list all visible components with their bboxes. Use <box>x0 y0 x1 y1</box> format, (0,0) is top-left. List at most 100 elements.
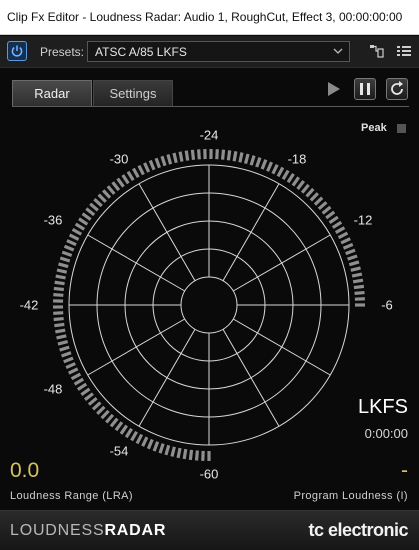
ring-tick <box>345 248 356 256</box>
ring-tick <box>76 382 88 391</box>
ring-tick <box>353 284 365 290</box>
ring-tick <box>249 155 256 166</box>
radar-spoke <box>87 234 186 292</box>
ring-tick <box>337 231 349 240</box>
ring-tick <box>182 448 188 460</box>
ring-tick <box>130 430 138 442</box>
scale-label: -6 <box>381 297 393 313</box>
ring-tick <box>63 356 74 364</box>
ring-tick <box>96 405 106 415</box>
power-button[interactable] <box>7 41 27 61</box>
scale-label: -48 <box>43 381 63 397</box>
loudness-radar <box>52 148 365 461</box>
radar-ring <box>180 276 238 334</box>
ring-tick <box>55 274 66 280</box>
ring-tick <box>232 151 238 162</box>
ring-tick <box>160 155 167 167</box>
ring-tick <box>80 387 91 396</box>
ring-tick <box>351 272 363 278</box>
window-titlebar: Clip Fx Editor - Loudness Radar: Audio 1… <box>0 0 419 35</box>
ring-tick <box>296 180 305 190</box>
menu-icon[interactable] <box>396 43 412 59</box>
ring-tick <box>53 311 64 315</box>
ring-tick <box>111 181 121 192</box>
ring-tick <box>124 427 133 439</box>
presets-toolbar: Presets: ATSC A/85 LKFS <box>0 36 419 68</box>
ring-tick <box>59 256 71 263</box>
tab-settings[interactable]: Settings <box>93 80 173 107</box>
tc-electronic-logo: tc electronic <box>308 520 408 540</box>
reset-button[interactable] <box>386 78 408 100</box>
ring-tick <box>255 157 262 168</box>
ring-tick <box>56 268 68 274</box>
ring-tick <box>325 210 336 220</box>
ring-tick <box>71 228 83 236</box>
ring-tick <box>68 233 80 241</box>
ring-tick <box>291 176 300 187</box>
ring-tick <box>340 237 351 245</box>
ring-tick <box>305 187 315 198</box>
ring-tick <box>132 167 140 179</box>
ring-tick <box>331 220 343 229</box>
program-loudness-label: Program Loudness (I) <box>293 490 408 502</box>
ring-tick <box>194 450 199 461</box>
ring-tick <box>260 159 268 170</box>
ring-tick <box>114 421 124 432</box>
lra-value: 0.0 <box>10 459 40 482</box>
scale-label: -42 <box>19 297 39 313</box>
scale-label: -18 <box>287 151 307 167</box>
ring-tick <box>148 159 156 171</box>
ring-tick <box>238 152 244 163</box>
ring-tick <box>184 150 190 161</box>
radar-spoke <box>232 234 331 292</box>
ring-tick <box>334 226 346 234</box>
presets-label: Presets: <box>40 45 85 59</box>
ring-tick <box>197 149 201 160</box>
ring-tick <box>70 372 82 381</box>
ring-tick <box>53 286 64 292</box>
scale-label: -54 <box>109 443 129 459</box>
ring-tick <box>53 293 64 297</box>
tab-radar[interactable]: Radar <box>12 80 92 107</box>
ring-tick <box>126 170 135 182</box>
radar-grid <box>68 164 350 446</box>
radar-spoke <box>138 328 196 427</box>
ring-tick <box>87 396 98 406</box>
pause-button[interactable] <box>354 78 376 100</box>
ring-tick <box>176 447 182 459</box>
scale-label: -60 <box>199 466 219 482</box>
lra-label: Loudness Range (LRA) <box>10 490 133 502</box>
ring-tick <box>56 334 67 340</box>
ring-tick <box>93 198 103 208</box>
ring-tick <box>309 192 319 202</box>
preset-dropdown[interactable]: ATSC A/85 LKFS <box>87 41 350 62</box>
ring-tick <box>55 328 66 334</box>
ring-tick <box>61 250 73 257</box>
ring-tick <box>119 424 129 435</box>
routing-icon[interactable] <box>369 43 385 59</box>
play-icon[interactable] <box>323 78 345 100</box>
ring-tick <box>352 278 364 284</box>
ring-tick <box>266 161 274 172</box>
ring-tick <box>84 392 94 401</box>
ring-tick <box>243 153 250 165</box>
chevron-down-icon <box>333 48 343 54</box>
ring-tick <box>143 162 151 173</box>
scale-label: -12 <box>353 212 373 228</box>
ring-tick <box>73 377 85 386</box>
scale-label: -24 <box>199 127 219 143</box>
ring-tick <box>54 280 65 286</box>
ring-tick <box>59 345 70 352</box>
radar-spoke <box>87 318 186 376</box>
program-loudness-value: - <box>401 459 408 482</box>
ring-tick <box>300 183 310 194</box>
ring-tick <box>78 217 89 226</box>
ring-tick <box>106 185 116 195</box>
ring-tick <box>74 222 86 231</box>
ring-tick <box>135 433 144 445</box>
unit-label: LKFS <box>357 396 408 418</box>
ring-tick <box>271 164 279 175</box>
footer-brand-bar: LOUDNESSRADAR tc electronic <box>0 510 419 550</box>
ring-tick <box>53 316 64 322</box>
ring-tick <box>164 444 171 456</box>
